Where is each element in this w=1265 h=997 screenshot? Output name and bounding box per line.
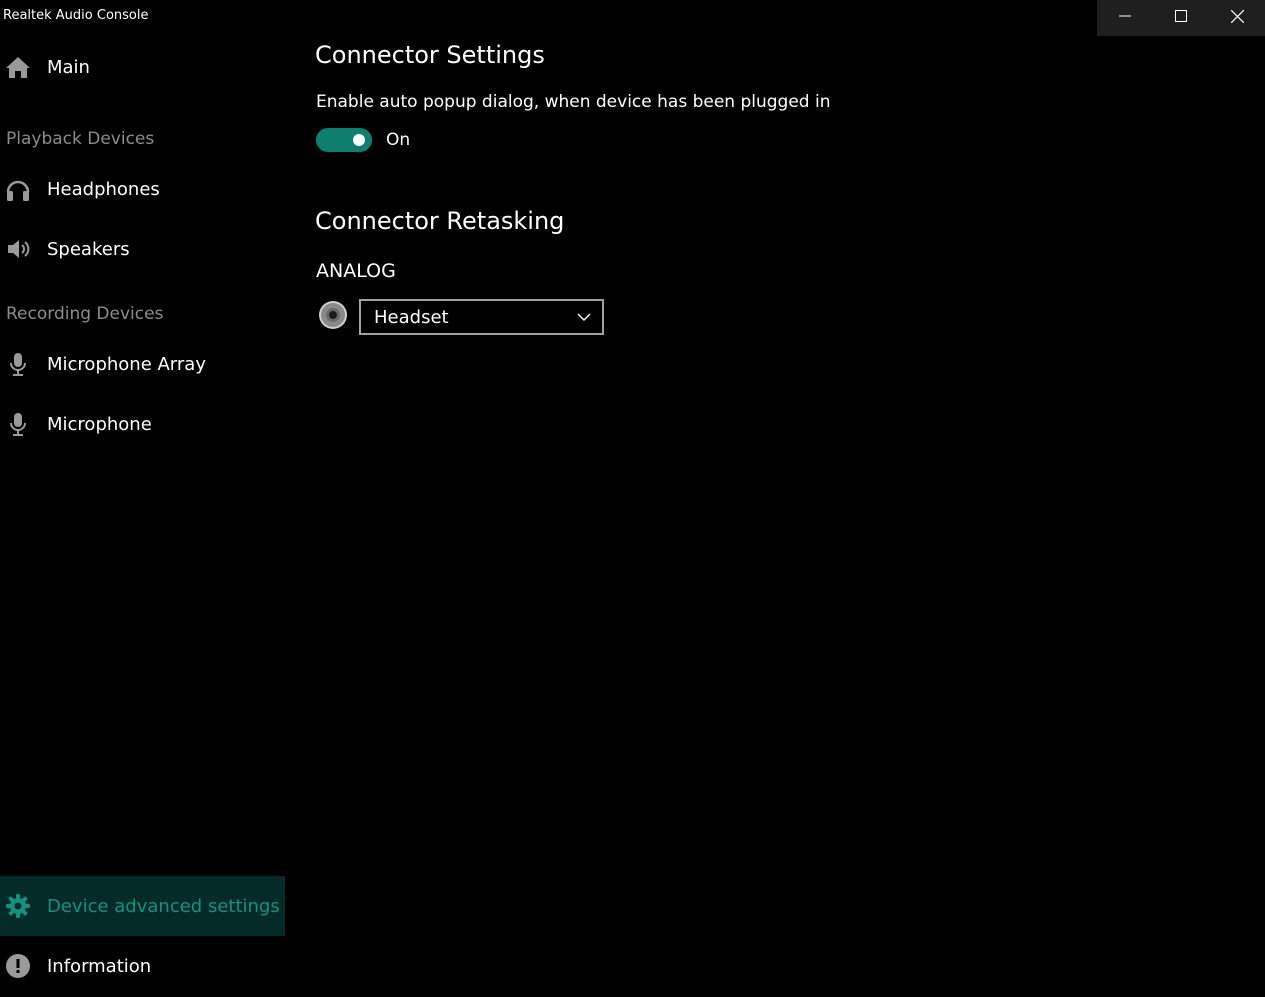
- toggle-state-label: On: [386, 130, 411, 150]
- analog-group-label: ANALOG: [316, 260, 396, 282]
- playback-devices-header: Playback Devices: [6, 129, 155, 149]
- speaker-icon: [5, 236, 31, 262]
- sidebar-item-label: Information: [47, 955, 152, 977]
- app-title: Realtek Audio Console: [3, 8, 149, 23]
- app-window: Realtek Audio Console Main Playback Devi…: [0, 0, 1265, 997]
- sidebar-item-label: Microphone: [47, 413, 152, 435]
- sidebar-item-label: Headphones: [47, 178, 160, 200]
- close-button[interactable]: [1209, 0, 1265, 32]
- recording-devices-header: Recording Devices: [6, 304, 164, 324]
- microphone-icon: [5, 351, 31, 377]
- headphones-icon: [5, 176, 31, 202]
- gear-icon: [5, 893, 31, 919]
- sidebar-item-label: Microphone Array: [47, 353, 206, 375]
- audio-jack-icon: [318, 300, 348, 330]
- maximize-button[interactable]: [1153, 0, 1209, 32]
- close-icon: [1230, 9, 1244, 23]
- sidebar-item-information[interactable]: Information: [0, 936, 285, 996]
- select-value: Headset: [374, 306, 449, 328]
- connector-retasking-title: Connector Retasking: [315, 207, 565, 235]
- sidebar-item-device-advanced-settings[interactable]: Device advanced settings: [0, 876, 285, 936]
- title-bar: Realtek Audio Console: [0, 0, 1265, 36]
- sidebar-item-microphone-array[interactable]: Microphone Array: [0, 334, 285, 394]
- sidebar-item-microphone[interactable]: Microphone: [0, 394, 285, 454]
- microphone-icon: [5, 411, 31, 437]
- minimize-icon: [1119, 15, 1131, 17]
- auto-popup-toggle[interactable]: [316, 128, 372, 152]
- sidebar-item-speakers[interactable]: Speakers: [0, 219, 285, 279]
- sidebar: Main Playback Devices Headphones Speaker…: [0, 36, 285, 997]
- chevron-down-icon: [577, 313, 591, 321]
- home-icon: [5, 54, 31, 80]
- toggle-knob: [353, 134, 365, 146]
- sidebar-item-label: Device advanced settings: [47, 895, 280, 917]
- auto-popup-description: Enable auto popup dialog, when device ha…: [316, 92, 831, 112]
- sidebar-item-main[interactable]: Main: [0, 37, 285, 97]
- connector-settings-title: Connector Settings: [315, 41, 545, 69]
- connector-device-select[interactable]: Headset: [359, 299, 604, 335]
- sidebar-item-label: Main: [47, 56, 90, 78]
- maximize-icon: [1175, 10, 1187, 22]
- window-controls: [1097, 0, 1265, 36]
- sidebar-item-headphones[interactable]: Headphones: [0, 159, 285, 219]
- info-icon: [5, 953, 31, 979]
- sidebar-item-label: Speakers: [47, 238, 130, 260]
- minimize-button[interactable]: [1097, 0, 1153, 32]
